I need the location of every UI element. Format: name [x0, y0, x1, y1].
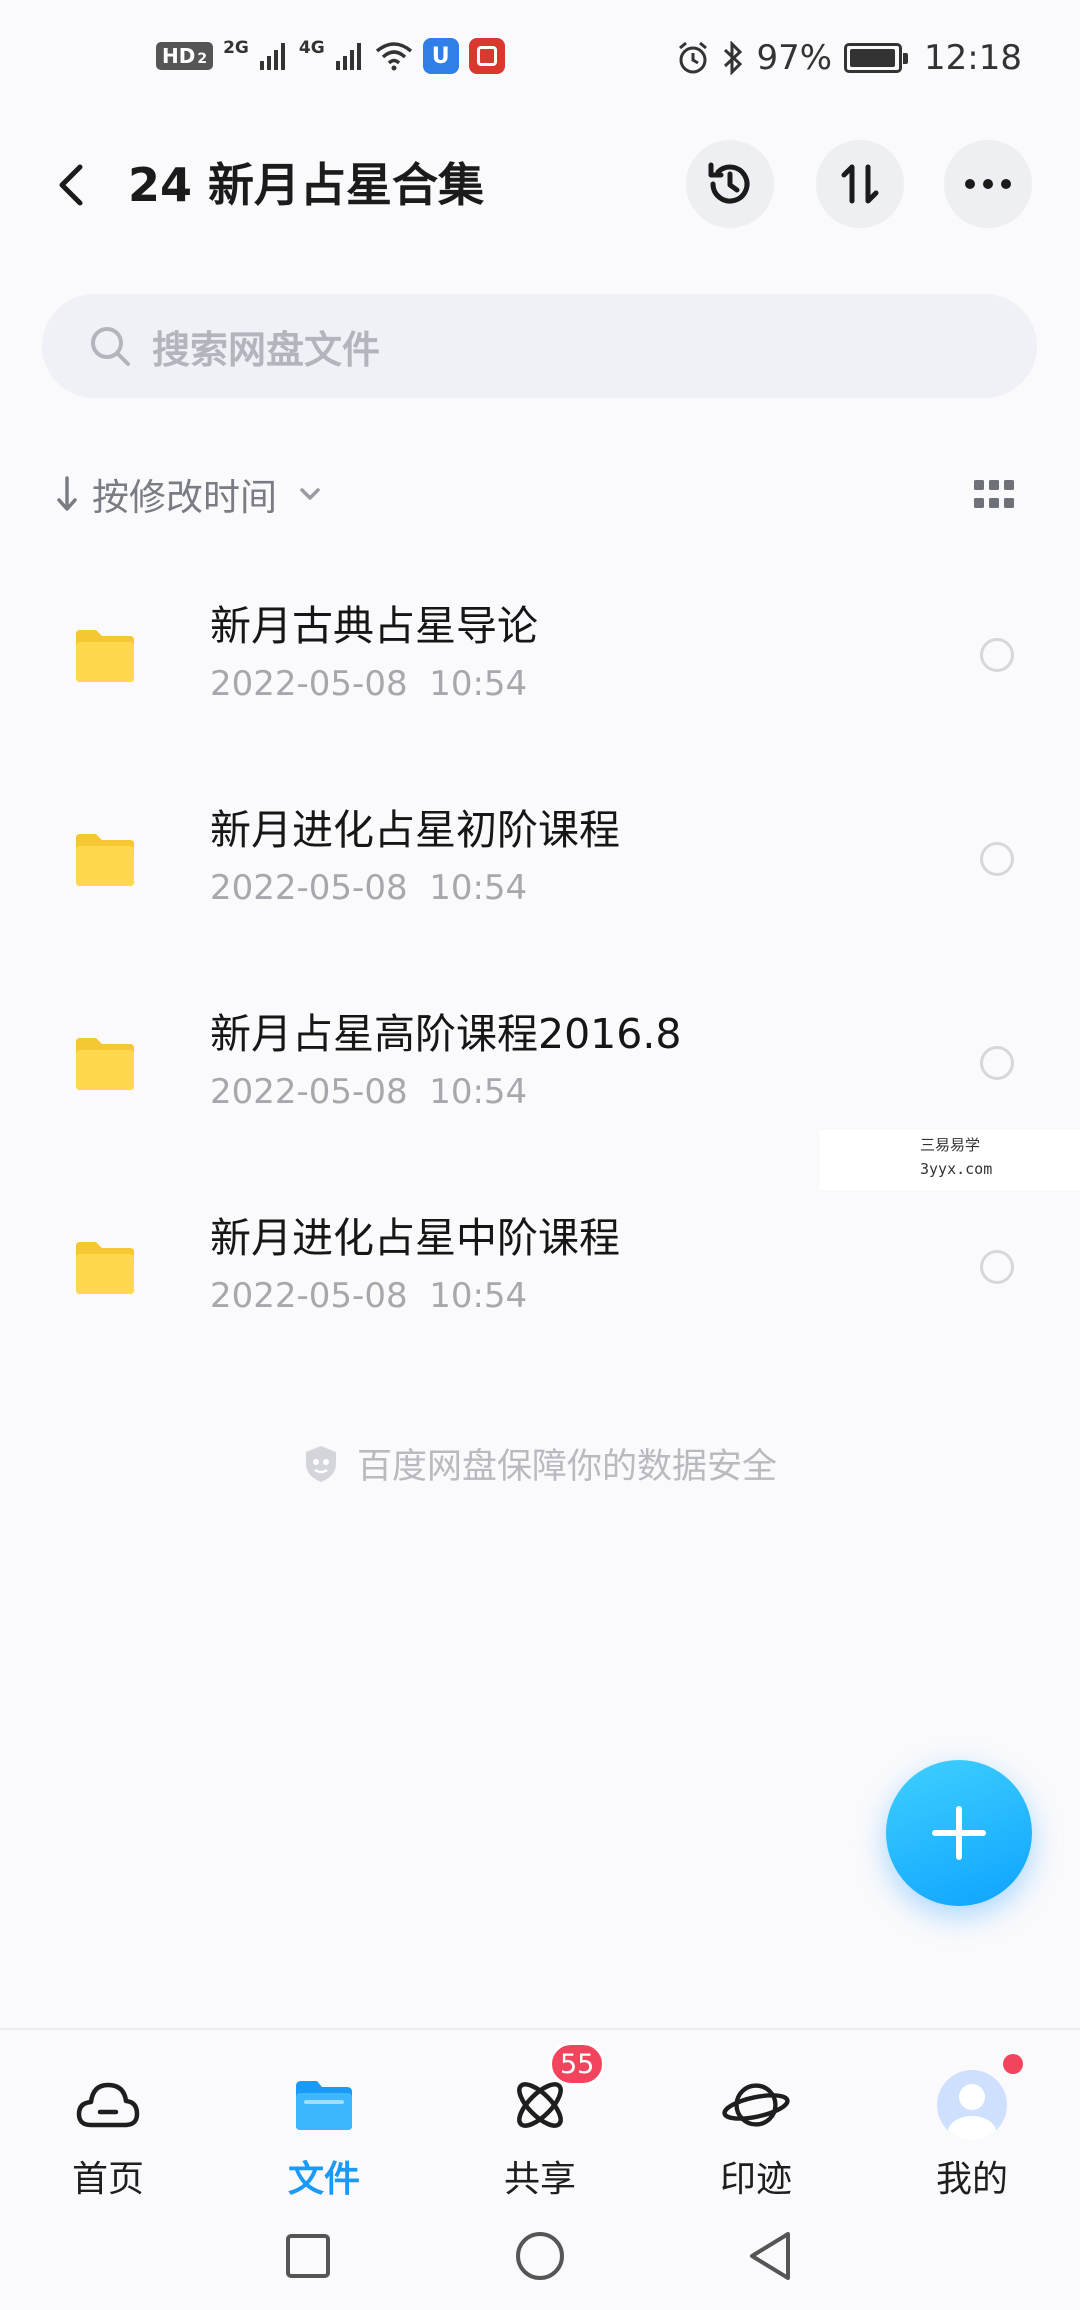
folder-icon: [76, 1038, 134, 1090]
back-icon: [59, 164, 83, 206]
app-notification-icon: [468, 38, 505, 74]
more-button[interactable]: [944, 140, 1032, 228]
cloud-icon: [73, 2070, 143, 2140]
planet-icon: [721, 2070, 791, 2140]
select-radio[interactable]: [980, 1046, 1014, 1080]
file-date: 2022-05-08 10:54: [210, 664, 528, 704]
watermark: 三易易学 3yyx.com: [820, 1130, 1080, 1190]
file-name: 新月占星高阶课程2016.8: [210, 1010, 682, 1058]
tab-files[interactable]: 文件: [244, 2070, 404, 2202]
select-radio[interactable]: [980, 638, 1014, 672]
bluetooth-icon: [724, 41, 743, 75]
tab-footprint[interactable]: 印迹: [676, 2070, 836, 2202]
battery-icon: [844, 43, 909, 73]
file-row[interactable]: 新月进化占星初阶课程 2022-05-08 10:54: [0, 776, 1080, 980]
system-nav: [0, 2208, 1080, 2310]
battery-fill: [850, 49, 896, 67]
sort-down-arrow-icon: [57, 476, 77, 511]
more-icon: [965, 179, 1011, 189]
notification-dot: [1003, 2054, 1023, 2074]
shield-icon: [305, 1445, 336, 1482]
history-button[interactable]: [686, 140, 774, 228]
sort-swap-button[interactable]: [816, 140, 904, 228]
sim1-label: 2G: [223, 38, 249, 58]
select-radio[interactable]: [980, 1250, 1014, 1284]
tab-label: 首页: [71, 2159, 144, 2200]
share-atom-icon: 55: [505, 2042, 606, 2140]
folder-icon: [76, 834, 134, 886]
plus-icon: [932, 1806, 986, 1860]
file-row[interactable]: 新月进化占星中阶课程 2022-05-08 10:54: [0, 1184, 1080, 1388]
folder-icon: [76, 1242, 134, 1294]
tab-label: 我的: [935, 2159, 1008, 2200]
status-bar: HD 2 2G 4G U 97% 12:18: [0, 0, 1080, 125]
chevron-down-icon: [300, 488, 320, 500]
search-icon: [91, 327, 130, 366]
tab-label: 印迹: [719, 2159, 792, 2200]
battery-percent: 97%: [756, 38, 833, 78]
security-text: 百度网盘保障你的数据安全: [356, 1447, 777, 1487]
clock: 12:18: [924, 38, 1022, 78]
avatar: [937, 2070, 1007, 2140]
signal-icon: [335, 43, 361, 70]
file-date: 2022-05-08 10:54: [210, 1072, 528, 1112]
tab-share[interactable]: 55 共享: [460, 2042, 620, 2202]
tab-label: 文件: [287, 2159, 360, 2200]
square-icon: [286, 2234, 330, 2278]
file-date: 2022-05-08 10:54: [210, 1276, 528, 1316]
select-radio[interactable]: [980, 842, 1014, 876]
status-left: HD 2 2G 4G U: [156, 38, 505, 74]
watermark-line2: 3yyx.com: [920, 1160, 993, 1178]
signal-icon: [259, 43, 285, 70]
app-notification-icon: U: [422, 38, 459, 74]
add-button[interactable]: [886, 1760, 1032, 1906]
tab-me[interactable]: 我的: [892, 2054, 1052, 2202]
recents-button[interactable]: [278, 2226, 338, 2286]
file-name: 新月进化占星中阶课程: [210, 1214, 620, 1262]
home-button[interactable]: [510, 2226, 570, 2286]
file-date: 2022-05-08 10:54: [210, 868, 528, 908]
grid-view-icon[interactable]: [974, 478, 1014, 512]
file-name: 新月古典占星导论: [210, 602, 538, 650]
sort-swap-icon: [841, 164, 879, 204]
search-input[interactable]: 搜索网盘文件: [42, 294, 1037, 398]
back-nav-button[interactable]: [740, 2226, 800, 2286]
triangle-back-icon: [750, 2232, 790, 2280]
status-right: 97% 12:18: [676, 38, 1022, 78]
folder-icon: [289, 2070, 359, 2140]
tab-label: 共享: [503, 2159, 576, 2200]
security-note: 百度网盘保障你的数据安全: [0, 1438, 1080, 1489]
watermark-line1: 三易易学: [920, 1136, 981, 1154]
file-name: 新月进化占星初阶课程: [210, 806, 620, 854]
wifi-icon: [375, 42, 412, 71]
tab-home[interactable]: 首页: [28, 2070, 188, 2202]
share-badge: 55: [549, 2042, 606, 2086]
history-icon: [708, 162, 750, 204]
search-placeholder: 搜索网盘文件: [152, 327, 381, 372]
circle-icon: [516, 2232, 564, 2280]
sort-selector[interactable]: 按修改时间: [56, 462, 321, 526]
bottom-nav: 首页 文件 55 共享 印迹 我的: [0, 2028, 1080, 2208]
folder-icon: [76, 630, 134, 682]
back-button[interactable]: [44, 150, 96, 220]
file-row[interactable]: 新月古典占星导论 2022-05-08 10:54: [0, 572, 1080, 776]
alarm-icon: [679, 41, 708, 74]
avatar-icon: [937, 2054, 1023, 2140]
page-title: 24 新月占星合集: [128, 158, 485, 212]
hd-badge: HD 2: [156, 42, 214, 70]
sim2-label: 4G: [298, 38, 325, 58]
sort-label: 按修改时间: [92, 476, 277, 519]
